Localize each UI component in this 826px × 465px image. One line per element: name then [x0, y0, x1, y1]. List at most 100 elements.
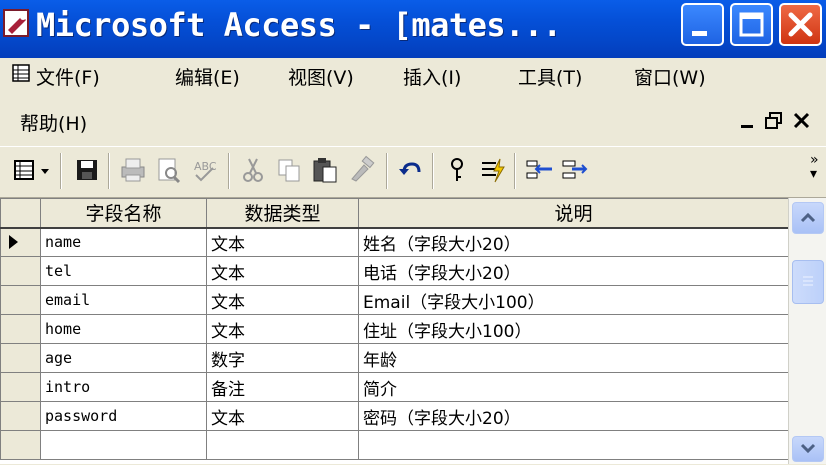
data-type-cell[interactable]: 文本	[206, 314, 359, 344]
doc-minimize-button[interactable]	[736, 109, 760, 133]
description-cell[interactable]: 电话（字段大小20）	[358, 256, 789, 286]
field-grid: 字段名称 数据类型 说明 name 文本 姓名（字段大小20） tel 文本 电话（字段大…	[0, 198, 789, 460]
chevron-up-icon	[800, 212, 816, 223]
row-selector[interactable]	[0, 285, 41, 315]
close-icon	[788, 12, 813, 37]
overflow-icon[interactable]: » ▾	[810, 153, 826, 187]
print-preview-icon[interactable]	[152, 153, 186, 187]
row-selector[interactable]	[0, 227, 41, 257]
table-row[interactable]: password 文本 密码（字段大小20）	[0, 401, 789, 431]
row-selector[interactable]	[0, 430, 41, 460]
doc-close-button[interactable]	[790, 109, 814, 133]
copy-icon[interactable]	[272, 153, 306, 187]
row-selector[interactable]	[0, 401, 41, 431]
column-header-data-type[interactable]: 数据类型	[206, 198, 359, 229]
column-header-field-name[interactable]: 字段名称	[40, 198, 207, 229]
field-name-cell[interactable]: password	[40, 401, 207, 431]
field-name-cell[interactable]: age	[40, 343, 207, 373]
menu-insert[interactable]: 插入(I)	[403, 63, 461, 90]
row-selector[interactable]	[0, 256, 41, 286]
toolbar-separator	[514, 153, 516, 189]
delete-rows-icon[interactable]	[558, 153, 592, 187]
maximize-icon	[739, 12, 764, 37]
menu-window[interactable]: 窗口(W)	[634, 63, 706, 90]
data-type-cell[interactable]: 备注	[206, 372, 359, 402]
close-icon	[793, 112, 810, 129]
maximize-button[interactable]	[730, 3, 773, 46]
minimize-icon	[741, 125, 753, 128]
minimize-icon	[692, 31, 707, 36]
grid-header-row: 字段名称 数据类型 说明	[0, 198, 789, 229]
svg-text:ABC: ABC	[194, 160, 217, 173]
chevron-down-icon	[800, 443, 816, 454]
table-row[interactable]: age 数字 年龄	[0, 343, 789, 373]
data-type-cell[interactable]: 文本	[206, 256, 359, 286]
data-type-cell[interactable]	[206, 430, 359, 460]
field-name-cell[interactable]: email	[40, 285, 207, 315]
table-row[interactable]	[0, 430, 789, 460]
row-selector[interactable]	[0, 372, 41, 402]
description-cell[interactable]: 姓名（字段大小20）	[358, 227, 789, 257]
field-name-cell[interactable]	[40, 430, 207, 460]
description-cell[interactable]: 年龄	[358, 343, 789, 373]
minimize-button[interactable]	[681, 3, 724, 46]
cut-icon[interactable]	[236, 153, 270, 187]
menu-edit[interactable]: 编辑(E)	[175, 63, 240, 90]
toolbar-separator	[228, 153, 230, 189]
data-type-cell[interactable]: 文本	[206, 227, 359, 257]
dropdown-arrow-icon[interactable]	[36, 153, 54, 187]
field-name-cell[interactable]: intro	[40, 372, 207, 402]
vertical-scrollbar[interactable]	[788, 198, 826, 464]
scroll-up-button[interactable]	[792, 202, 824, 234]
table-row[interactable]: name 文本 姓名（字段大小20）	[0, 227, 789, 257]
description-cell[interactable]: Email（字段大小100）	[358, 285, 789, 315]
print-icon[interactable]	[116, 153, 150, 187]
description-cell[interactable]: 密码（字段大小20）	[358, 401, 789, 431]
data-type-cell[interactable]: 数字	[206, 343, 359, 373]
doc-restore-button[interactable]	[762, 109, 786, 133]
menu-bar: 文件(F) 编辑(E) 视图(V) 插入(I) 工具(T) 窗口(W) 帮助(H…	[0, 58, 826, 146]
toolbar-separator	[386, 153, 388, 189]
access-key-icon	[3, 9, 29, 37]
menu-tools[interactable]: 工具(T)	[518, 63, 582, 90]
table-row[interactable]: email 文本 Email（字段大小100）	[0, 285, 789, 315]
field-name-cell[interactable]: name	[40, 227, 207, 257]
toolbar-separator	[60, 153, 62, 189]
row-selector[interactable]	[0, 314, 41, 344]
close-button[interactable]	[779, 3, 822, 46]
column-header-description[interactable]: 说明	[358, 198, 789, 229]
table-row[interactable]: home 文本 住址（字段大小100）	[0, 314, 789, 344]
table-design-grid: 字段名称 数据类型 说明 name 文本 姓名（字段大小20） tel 文本 电话（字段大…	[0, 198, 826, 464]
menu-file[interactable]: 文件(F)	[36, 63, 100, 90]
menu-view[interactable]: 视图(V)	[288, 63, 354, 90]
save-icon[interactable]	[70, 153, 104, 187]
window-title: Microsoft Access - [mates...	[36, 6, 562, 44]
select-all-cell[interactable]	[0, 198, 41, 229]
description-cell[interactable]: 简介	[358, 372, 789, 402]
undo-icon[interactable]	[394, 153, 428, 187]
insert-rows-icon[interactable]	[522, 153, 556, 187]
toolbar: ABC » ▾	[0, 146, 826, 198]
toolbar-separator	[432, 153, 434, 189]
title-bar[interactable]: Microsoft Access - [mates...	[0, 0, 826, 58]
current-row-arrow-icon	[9, 235, 18, 250]
table-row[interactable]: tel 文本 电话（字段大小20）	[0, 256, 789, 286]
table-design-icon	[12, 64, 30, 82]
paste-icon[interactable]	[308, 153, 342, 187]
toolbar-separator	[108, 153, 110, 189]
data-type-cell[interactable]: 文本	[206, 285, 359, 315]
format-painter-icon[interactable]	[344, 153, 378, 187]
field-name-cell[interactable]: tel	[40, 256, 207, 286]
row-selector[interactable]	[0, 343, 41, 373]
scroll-thumb[interactable]	[792, 260, 824, 304]
menu-help[interactable]: 帮助(H)	[20, 109, 87, 136]
scroll-down-button[interactable]	[792, 436, 824, 462]
field-name-cell[interactable]: home	[40, 314, 207, 344]
spelling-icon[interactable]: ABC	[188, 153, 222, 187]
primary-key-icon[interactable]	[440, 153, 474, 187]
description-cell[interactable]: 住址（字段大小100）	[358, 314, 789, 344]
description-cell[interactable]	[358, 430, 789, 460]
data-type-cell[interactable]: 文本	[206, 401, 359, 431]
table-row[interactable]: intro 备注 简介	[0, 372, 789, 402]
indexes-icon[interactable]	[476, 153, 510, 187]
